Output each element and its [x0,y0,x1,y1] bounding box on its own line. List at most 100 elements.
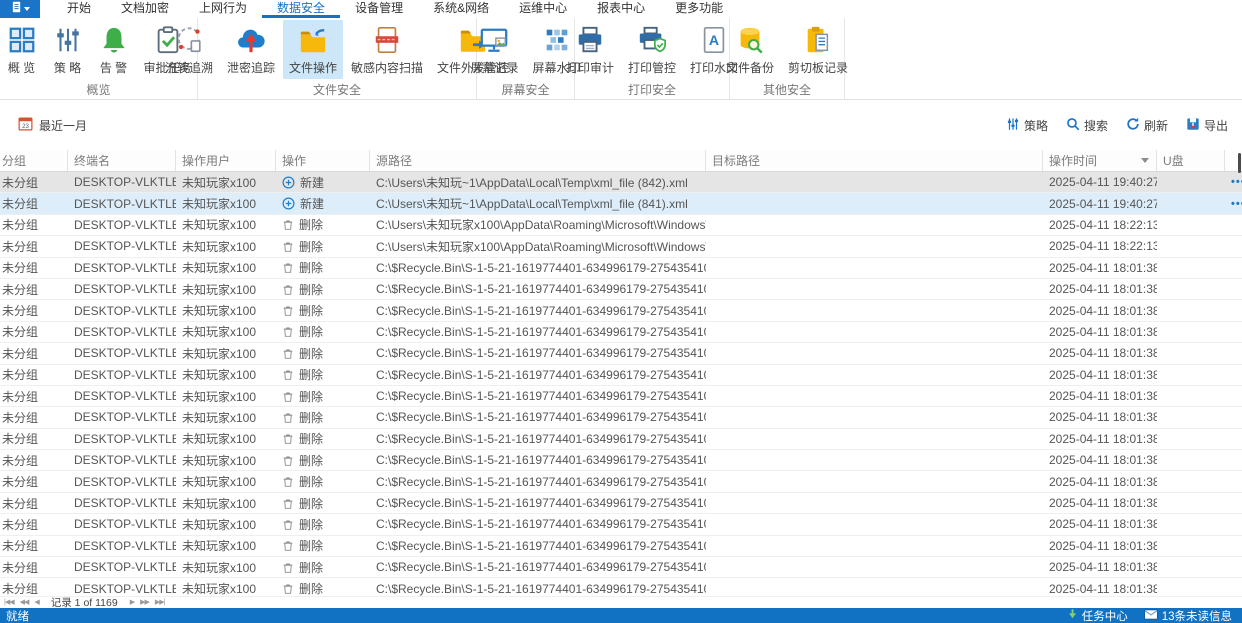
column-header-usb[interactable]: U盘 [1157,150,1225,171]
column-header-source-path[interactable]: 源路径 [370,150,706,171]
cell-terminal: DESKTOP-VLKTLE1 [74,474,176,489]
cell-group: 未分组 [2,325,39,340]
row-menu-button[interactable]: ••• [1225,198,1242,210]
cell-user: 未知玩家x100 [182,175,257,190]
tab-doc-encryption[interactable]: 文档加密 [106,0,184,18]
date-range-filter[interactable]: 23 最近一月 [18,116,87,134]
policy-button[interactable]: 策 略 [46,20,90,79]
tab-system-network[interactable]: 系统&网络 [418,0,504,18]
table-row[interactable]: 未分组 DESKTOP-VLKTLE1 未知玩家x100 删除 C:\Users… [0,214,1242,237]
table-row[interactable]: 未分组 DESKTOP-VLKTLE1 未知玩家x100 删除 C:\$Recy… [0,514,1242,536]
cell-user: 未知玩家x100 [182,389,257,404]
cell-source-path: C:\$Recycle.Bin\S-1-5-21-1619774401-6349… [376,453,706,468]
trash-icon [282,539,294,552]
column-header-time[interactable]: 操作时间 [1043,150,1157,171]
table-row[interactable]: 未分组 DESKTOP-VLKTLE1 未知玩家x100 删除 C:\$Recy… [0,300,1242,322]
export-button[interactable]: 导出 [1186,117,1228,134]
table-header: 分组 终端名 操作用户 操作 源路径 目标路径 操作时间 U盘 [0,150,1242,172]
cell-time: 2025-04-11 18:01:38 [1049,560,1157,575]
column-header-group[interactable]: 分组 [0,150,68,171]
cell-user: 未知玩家x100 [182,582,257,596]
tab-home[interactable]: 开始 [52,0,106,18]
row-menu-button[interactable]: ••• [1225,176,1242,188]
table-row[interactable]: 未分组 DESKTOP-VLKTLE1 未知玩家x100 删除 C:\$Recy… [0,364,1242,386]
table-row[interactable]: 未分组 DESKTOP-VLKTLE1 未知玩家x100 删除 C:\$Recy… [0,428,1242,451]
filter-dropdown-icon[interactable] [1141,158,1149,163]
prev-fast-button[interactable]: ◀◀ [20,599,30,606]
last-page-button[interactable]: ▶▶| [155,599,166,606]
table-row[interactable]: 未分组 DESKTOP-VLKTLE1 未知玩家x100 删除 C:\$Recy… [0,450,1242,472]
screen-record-button[interactable]: 屏幕记录 [464,20,524,79]
trash-icon [282,347,294,360]
alert-bell-icon [98,24,130,56]
column-header-user[interactable]: 操作用户 [176,150,276,171]
next-fast-button[interactable]: ▶▶ [140,599,150,606]
search-button[interactable]: 搜索 [1066,117,1108,134]
policy-filter-button[interactable]: 策略 [1006,117,1048,134]
cell-time: 2025-04-11 18:01:38 [1049,431,1157,446]
table-row[interactable]: 未分组 DESKTOP-VLKTLE1 未知玩家x100 新建 C:\Users… [0,172,1242,194]
print-audit-button[interactable]: 打印审计 [560,20,620,79]
alert-button[interactable]: 告 警 [92,20,136,79]
leak-trace-button[interactable]: 泄密追踪 [221,20,281,79]
tab-more-features[interactable]: 更多功能 [660,0,738,18]
tab-ops-center[interactable]: 运维中心 [504,0,582,18]
cell-group: 未分组 [2,261,39,276]
cell-source-path: C:\$Recycle.Bin\S-1-5-21-1619774401-6349… [376,282,706,297]
tab-data-security[interactable]: 数据安全 [262,0,341,18]
cell-source-path: C:\$Recycle.Bin\S-1-5-21-1619774401-6349… [376,431,706,446]
trash-icon [282,304,294,317]
date-range-label: 最近一月 [39,118,88,133]
cell-time: 2025-04-11 18:01:38 [1049,346,1157,361]
column-header-target-path[interactable]: 目标路径 [706,150,1043,171]
vertical-scrollbar[interactable] [1238,153,1241,173]
table-row[interactable]: 未分组 DESKTOP-VLKTLE1 未知玩家x100 删除 C:\$Recy… [0,407,1242,429]
mail-icon [1143,608,1158,623]
unread-messages-button[interactable]: 13条未读信息 [1143,608,1232,623]
table-row[interactable]: 未分组 DESKTOP-VLKTLE1 未知玩家x100 删除 C:\$Recy… [0,557,1242,579]
print-control-icon [636,24,668,56]
refresh-button[interactable]: 刷新 [1126,117,1168,134]
table-row[interactable]: 未分组 DESKTOP-VLKTLE1 未知玩家x100 删除 C:\$Recy… [0,321,1242,344]
file-operations-button[interactable]: 文件操作 [283,20,344,79]
cell-source-path: C:\$Recycle.Bin\S-1-5-21-1619774401-6349… [376,324,706,339]
table-row[interactable]: 未分组 DESKTOP-VLKTLE1 未知玩家x100 新建 C:\Users… [0,193,1242,215]
cell-user: 未知玩家x100 [182,282,257,297]
cell-time: 2025-04-11 18:01:38 [1049,581,1157,596]
cell-group: 未分组 [2,539,39,554]
prev-page-button[interactable]: ◀ [34,599,39,606]
table-row[interactable]: 未分组 DESKTOP-VLKTLE1 未知玩家x100 删除 C:\Users… [0,236,1242,258]
flow-trace-button[interactable]: 流转追溯 [159,20,219,79]
print-control-button[interactable]: 打印管控 [622,20,682,79]
ribbon-empty-area [845,18,1242,99]
table-row[interactable]: 未分组 DESKTOP-VLKTLE1 未知玩家x100 删除 C:\$Recy… [0,578,1242,596]
cell-operation: 删除 [276,366,370,383]
content-scan-icon [371,24,403,56]
first-page-button[interactable]: |◀◀ [4,599,15,606]
clipboard-record-button[interactable]: 剪切板记录 [782,20,854,79]
app-menu-button[interactable] [0,0,40,18]
table-row[interactable]: 未分组 DESKTOP-VLKTLE1 未知玩家x100 删除 C:\$Recy… [0,278,1242,301]
table-row[interactable]: 未分组 DESKTOP-VLKTLE1 未知玩家x100 删除 C:\$Recy… [0,257,1242,279]
table-row[interactable]: 未分组 DESKTOP-VLKTLE1 未知玩家x100 删除 C:\$Recy… [0,535,1242,558]
tab-report-center[interactable]: 报表中心 [582,0,660,18]
cell-source-path: C:\$Recycle.Bin\S-1-5-21-1619774401-6349… [376,496,706,511]
column-header-operation[interactable]: 操作 [276,150,370,171]
next-page-button[interactable]: ▶ [130,599,135,606]
cell-operation: 删除 [276,473,370,490]
file-backup-button[interactable]: 文件备份 [720,20,780,79]
tab-web-behavior[interactable]: 上网行为 [184,0,262,18]
task-center-button[interactable]: 任务中心 [1067,608,1128,623]
sensitive-content-scan-button[interactable]: 敏感内容扫描 [345,20,429,79]
table-row[interactable]: 未分组 DESKTOP-VLKTLE1 未知玩家x100 删除 C:\$Recy… [0,385,1242,408]
cell-user: 未知玩家x100 [182,239,257,254]
table-row[interactable]: 未分组 DESKTOP-VLKTLE1 未知玩家x100 删除 C:\$Recy… [0,471,1242,493]
column-header-terminal[interactable]: 终端名 [68,150,176,171]
table-row[interactable]: 未分组 DESKTOP-VLKTLE1 未知玩家x100 删除 C:\$Recy… [0,492,1242,515]
ribbon: 概 览 策 略 告 警 审批任务 概览 流转追溯 泄密追踪 文件操作 敏感内容扫… [0,18,1242,100]
overview-button[interactable]: 概 览 [0,20,44,79]
table-row[interactable]: 未分组 DESKTOP-VLKTLE1 未知玩家x100 删除 C:\$Recy… [0,343,1242,365]
cell-operation: 删除 [276,216,370,233]
cell-terminal: DESKTOP-VLKTLE1 [74,303,176,318]
tab-device-management[interactable]: 设备管理 [340,0,418,18]
